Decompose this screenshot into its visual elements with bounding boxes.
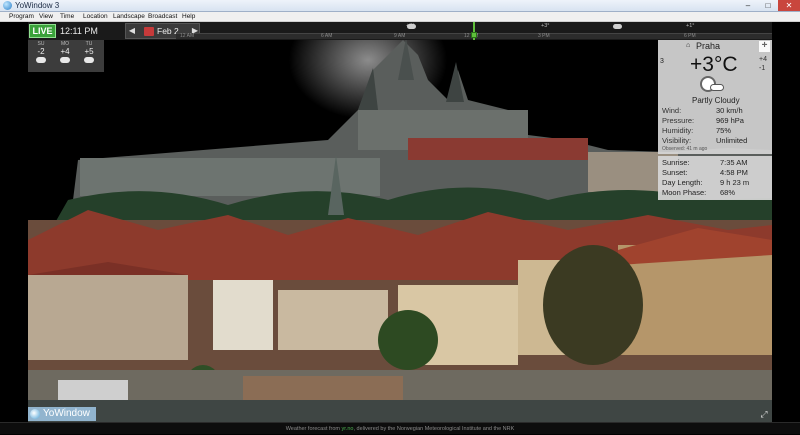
logo-text: YoWindow [43,408,90,419]
cloud-icon [84,57,94,63]
sunrise-label: Sunrise: [662,158,690,167]
cloud-icon [710,84,724,91]
cloud-icon [407,24,416,29]
forecast-day[interactable]: MO +4 [54,40,76,72]
maximize-button[interactable]: □ [758,0,778,11]
forecast-day[interactable]: SU -2 [30,40,52,72]
menu-bar: Program View Time Location Landscape Bro… [0,12,800,22]
footer-text: Weather forecast from yr.no, delivered b… [0,423,800,435]
calendar-icon [144,27,154,36]
city-name[interactable]: Praha [696,41,720,51]
timeline-label: 9 AM [394,33,406,39]
timeline-label: 3 PM [538,33,550,39]
timeline-temp: +3° [541,23,550,29]
sunset-row: Sunset: 4:58 PM [662,168,748,178]
current-time: 12:11 PM [60,26,98,36]
observed-time: Observed: 41 m ago [662,146,708,152]
menu-view[interactable]: View [39,12,53,22]
menu-landscape[interactable]: Landscape [113,12,145,22]
timeline-handle[interactable] [471,32,477,38]
timeline-temp: +1° [686,23,695,29]
current-weather-panel: ⌂ Praha + 3 +3°C +4 -1 Partly Cloudy Win… [658,40,772,154]
sunrise-row: Sunrise: 7:35 AM [662,158,748,168]
globe-icon [30,409,40,419]
humidity-label: Humidity: [662,126,694,135]
low-temp: -1 [759,65,766,72]
moon-phase-label: Moon Phase: [662,188,707,197]
forecast-day[interactable]: TU +5 [78,40,100,72]
wind-label: Wind: [662,106,682,115]
partly-cloudy-icon [36,57,46,63]
menu-location[interactable]: Location [83,12,108,22]
day-length-row: Day Length: 9 h 23 m [662,178,749,188]
humidity-value: 75% [716,126,732,135]
timeline-label: 6 PM [684,33,696,39]
home-icon: ⌂ [686,42,691,49]
wind-row: Wind: 30 km/h [662,106,743,115]
menu-help[interactable]: Help [182,12,195,22]
visibility-label: Visibility: [662,136,692,145]
pressure-row: Pressure: 969 hPa [662,116,744,125]
close-button[interactable]: ✕ [778,0,800,11]
cloud-icon [613,24,622,29]
high-temp: +4 [759,56,767,63]
moon-phase-row: Moon Phase: 68% [662,188,735,198]
current-temperature: +3°C [690,53,738,76]
yowindow-logo[interactable]: YoWindow [28,407,96,421]
footer-credit: Weather forecast from yr.no, delivered b… [0,422,800,434]
sun-moon-panel: Sunrise: 7:35 AM Sunset: 4:58 PM Day Len… [658,156,772,200]
add-location-button[interactable]: + [759,41,770,52]
day-length-label: Day Length: [662,178,703,187]
timeline[interactable]: 12 AM 6 AM 9 AM 12 PM 3 PM 6 PM +3° +3° … [176,22,772,40]
sunset-label: Sunset: [662,168,688,177]
visibility-row: Visibility: Unlimited [662,136,747,145]
forecast-panel: SU -2 MO +4 TU +5 [28,40,104,72]
sunrise-value: 7:35 AM [720,158,748,167]
forecast-temp: +4 [60,47,70,56]
prev-day-button[interactable]: ◀ [127,24,137,38]
humidity-row: Humidity: 75% [662,126,731,135]
feels-like-temp: 3 [660,58,664,65]
timeline-label: 12 AM [180,33,195,39]
menu-broadcast[interactable]: Broadcast [148,12,177,22]
minimize-button[interactable]: – [738,0,758,11]
fullscreen-button[interactable]: ⤢ [758,408,770,420]
live-button[interactable]: LIVE [29,24,56,38]
menu-program[interactable]: Program [9,12,34,22]
condition-label: Partly Cloudy [692,96,740,105]
timeline-label: 6 AM [321,33,333,39]
yr-link[interactable]: yr.no [342,426,354,432]
pressure-value: 969 hPa [716,116,744,125]
moon-phase-value: 68% [720,188,736,197]
forecast-temp: -2 [37,47,45,56]
footer-pre: Weather forecast from [285,426,342,432]
app-window: YoWindow 3 – □ ✕ Program View Time Locat… [0,0,800,434]
window-title: YoWindow 3 [15,1,60,10]
visibility-value: Unlimited [716,136,748,145]
sunset-value: 4:58 PM [720,168,748,177]
footer-post: , delivered by the Norwegian Meteorologi… [353,426,515,432]
day-length-value: 9 h 23 m [720,178,750,187]
pressure-label: Pressure: [662,116,695,125]
menu-time[interactable]: Time [60,12,74,22]
forecast-temp: +5 [84,47,94,56]
app-icon [3,1,12,10]
title-bar: YoWindow 3 – □ ✕ [0,0,800,12]
wind-value: 30 km/h [716,106,743,115]
rain-cloud-icon [60,57,70,63]
